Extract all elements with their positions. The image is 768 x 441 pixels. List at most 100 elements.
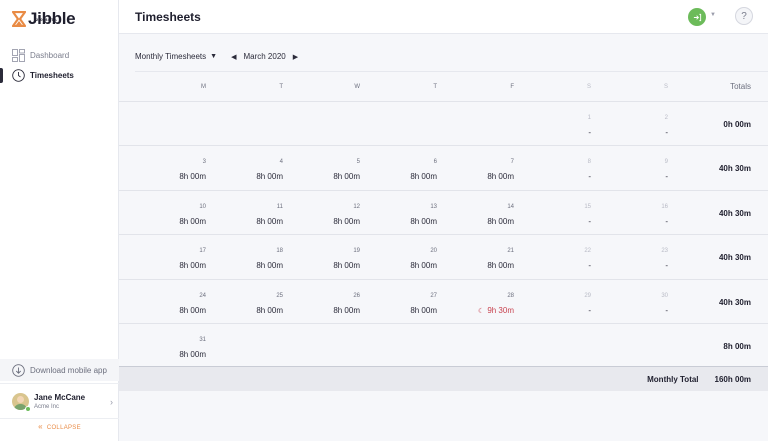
day-cell[interactable]: 8-	[524, 146, 601, 189]
user-name: Jane McCane	[34, 392, 86, 402]
current-period: March 2020	[243, 52, 286, 61]
weekday-header: M	[201, 83, 206, 90]
day-cell[interactable]: 4 8h 00m	[216, 146, 293, 189]
week-total-cell: 40h 30m	[678, 191, 768, 234]
day-cell[interactable]: 17 8h 00m	[119, 235, 216, 278]
day-number: 7	[510, 159, 514, 166]
download-mobile-app-button[interactable]: Download mobile app	[0, 359, 119, 381]
weekday-header: F	[510, 83, 514, 90]
sidebar-item-label: Dashboard	[30, 51, 70, 60]
next-month-button[interactable]: ▶	[293, 53, 298, 61]
day-cell	[119, 102, 216, 145]
day-cell[interactable]: 25 8h 00m	[216, 280, 293, 323]
day-cell[interactable]: 22 -	[524, 235, 601, 278]
day-hours: 8h 00m	[179, 349, 206, 359]
day-cell	[293, 324, 370, 367]
week-total: 40h 30m	[718, 297, 751, 307]
day-number: 10	[199, 203, 206, 210]
day-cell[interactable]: 7 8h 00m	[447, 146, 524, 189]
day-cell[interactable]: 28 ☾ 9h 30m	[447, 280, 524, 323]
user-org: Acme Inc	[34, 403, 60, 410]
day-number: 21	[507, 248, 514, 255]
collapse-label: COLLAPSE	[46, 425, 81, 431]
day-number: 13	[430, 203, 437, 210]
day-cell[interactable]: 9-	[601, 146, 678, 189]
chevron-right-icon: ›	[110, 397, 113, 407]
day-number: 8	[587, 159, 591, 166]
day-cell	[447, 324, 524, 367]
day-cell[interactable]: 12 8h 00m	[293, 191, 370, 234]
day-hours: 8h 00m	[487, 261, 514, 271]
weekday-header: T	[279, 83, 283, 90]
week-row: 10 8h 00m 11 8h 00m 12 8h 00m 13 8h 00m 14 8h 00m…	[119, 191, 768, 236]
monthly-total-label: Monthly Total	[647, 374, 699, 384]
day-cell[interactable]: 26 8h 00m	[293, 280, 370, 323]
day-number: 31	[199, 336, 206, 343]
sidebar-item-timesheets[interactable]: Timesheets	[0, 66, 119, 85]
day-cell[interactable]: 31 8h 00m	[119, 324, 216, 367]
day-hours: 8h 00m	[333, 261, 360, 271]
day-cell[interactable]: 13 8h 00m	[370, 191, 447, 234]
view-dropdown[interactable]: Monthly Timesheets ▼	[135, 52, 217, 61]
prev-month-button[interactable]: ◀	[231, 53, 236, 61]
hourglass-logo-icon	[12, 11, 26, 27]
day-hours: -	[665, 172, 668, 182]
day-cell[interactable]: 16 -	[601, 191, 678, 234]
day-cell[interactable]: 2-	[601, 102, 678, 145]
week-total-cell: 8h 00m	[678, 324, 768, 367]
day-cell[interactable]: 24 8h 00m	[119, 280, 216, 323]
sidebar-nav: Dashboard Timesheets	[0, 46, 119, 86]
day-cell[interactable]: 10 8h 00m	[119, 191, 216, 234]
day-cell[interactable]: 3 8h 00m	[119, 146, 216, 189]
day-number: 2	[664, 115, 668, 121]
day-number: 15	[584, 203, 591, 210]
day-number: 1	[587, 115, 591, 121]
clock-in-button[interactable]	[688, 8, 706, 26]
day-cell[interactable]: 11 8h 00m	[216, 191, 293, 234]
day-cell[interactable]: 30 -	[601, 280, 678, 323]
day-cell[interactable]: 1-	[524, 102, 601, 145]
day-cell[interactable]: 23 -	[601, 235, 678, 278]
day-cell[interactable]: 15 -	[524, 191, 601, 234]
day-hours: 8h 00m	[179, 305, 206, 315]
day-hours: 8h 00m	[410, 305, 437, 315]
monthly-total-value: 160h 00m	[714, 374, 751, 384]
day-number: 29	[584, 292, 591, 299]
day-cell[interactable]: 20 8h 00m	[370, 235, 447, 278]
monthly-total-row: Monthly Total 160h 00m	[119, 366, 768, 391]
day-cell[interactable]: 6 8h 00m	[370, 146, 447, 189]
day-number: 27	[430, 292, 437, 299]
weekday-header: W	[354, 83, 360, 90]
online-status-dot	[25, 406, 31, 412]
help-button[interactable]: ?	[735, 7, 753, 25]
caret-down-icon: ▼	[210, 53, 218, 60]
main-content: Monthly Timesheets ▼ ◀ March 2020 ▶ M T …	[119, 34, 768, 441]
weekday-header-row: M T W T F S S Totals	[119, 72, 768, 102]
sidebar: Jibble 2.0 BETA Dashboard Timesheets Dow…	[0, 0, 119, 441]
chevron-down-icon[interactable]: ▼	[710, 12, 716, 18]
weeks-container: 1-2-0h 00m 3 8h 00m 4 8h 00m 5 8h 00m 6 8h 00m 7 8…	[119, 102, 768, 369]
sidebar-item-dashboard[interactable]: Dashboard	[0, 46, 119, 65]
weekday-header: T	[433, 83, 437, 90]
day-cell[interactable]: 5 8h 00m	[293, 146, 370, 189]
day-hours: 8h 00m	[487, 216, 514, 226]
week-total-cell: 40h 30m	[678, 235, 768, 278]
day-hours: -	[665, 305, 668, 315]
day-cell[interactable]: 19 8h 00m	[293, 235, 370, 278]
day-cell[interactable]: 14 8h 00m	[447, 191, 524, 234]
user-menu[interactable]: Jane McCane Acme Inc ›	[0, 383, 119, 419]
week-total: 40h 30m	[718, 208, 751, 218]
sidebar-item-label: Timesheets	[30, 71, 74, 80]
day-cell[interactable]: 21 8h 00m	[447, 235, 524, 278]
day-number: 18	[276, 248, 283, 255]
day-cell[interactable]: 18 8h 00m	[216, 235, 293, 278]
day-hours-value: 9h 30m	[487, 305, 514, 315]
day-cell[interactable]: 29 -	[524, 280, 601, 323]
clock-in-icon	[693, 13, 701, 21]
day-cell[interactable]: 27 8h 00m	[370, 280, 447, 323]
day-hours: -	[588, 172, 591, 182]
logo-version: 2.0 BETA	[36, 17, 58, 22]
day-hours: 8h 00m	[179, 261, 206, 271]
collapse-button[interactable]: «COLLAPSE	[0, 422, 119, 431]
week-row: 31 8h 00m 8h 00m	[119, 324, 768, 369]
